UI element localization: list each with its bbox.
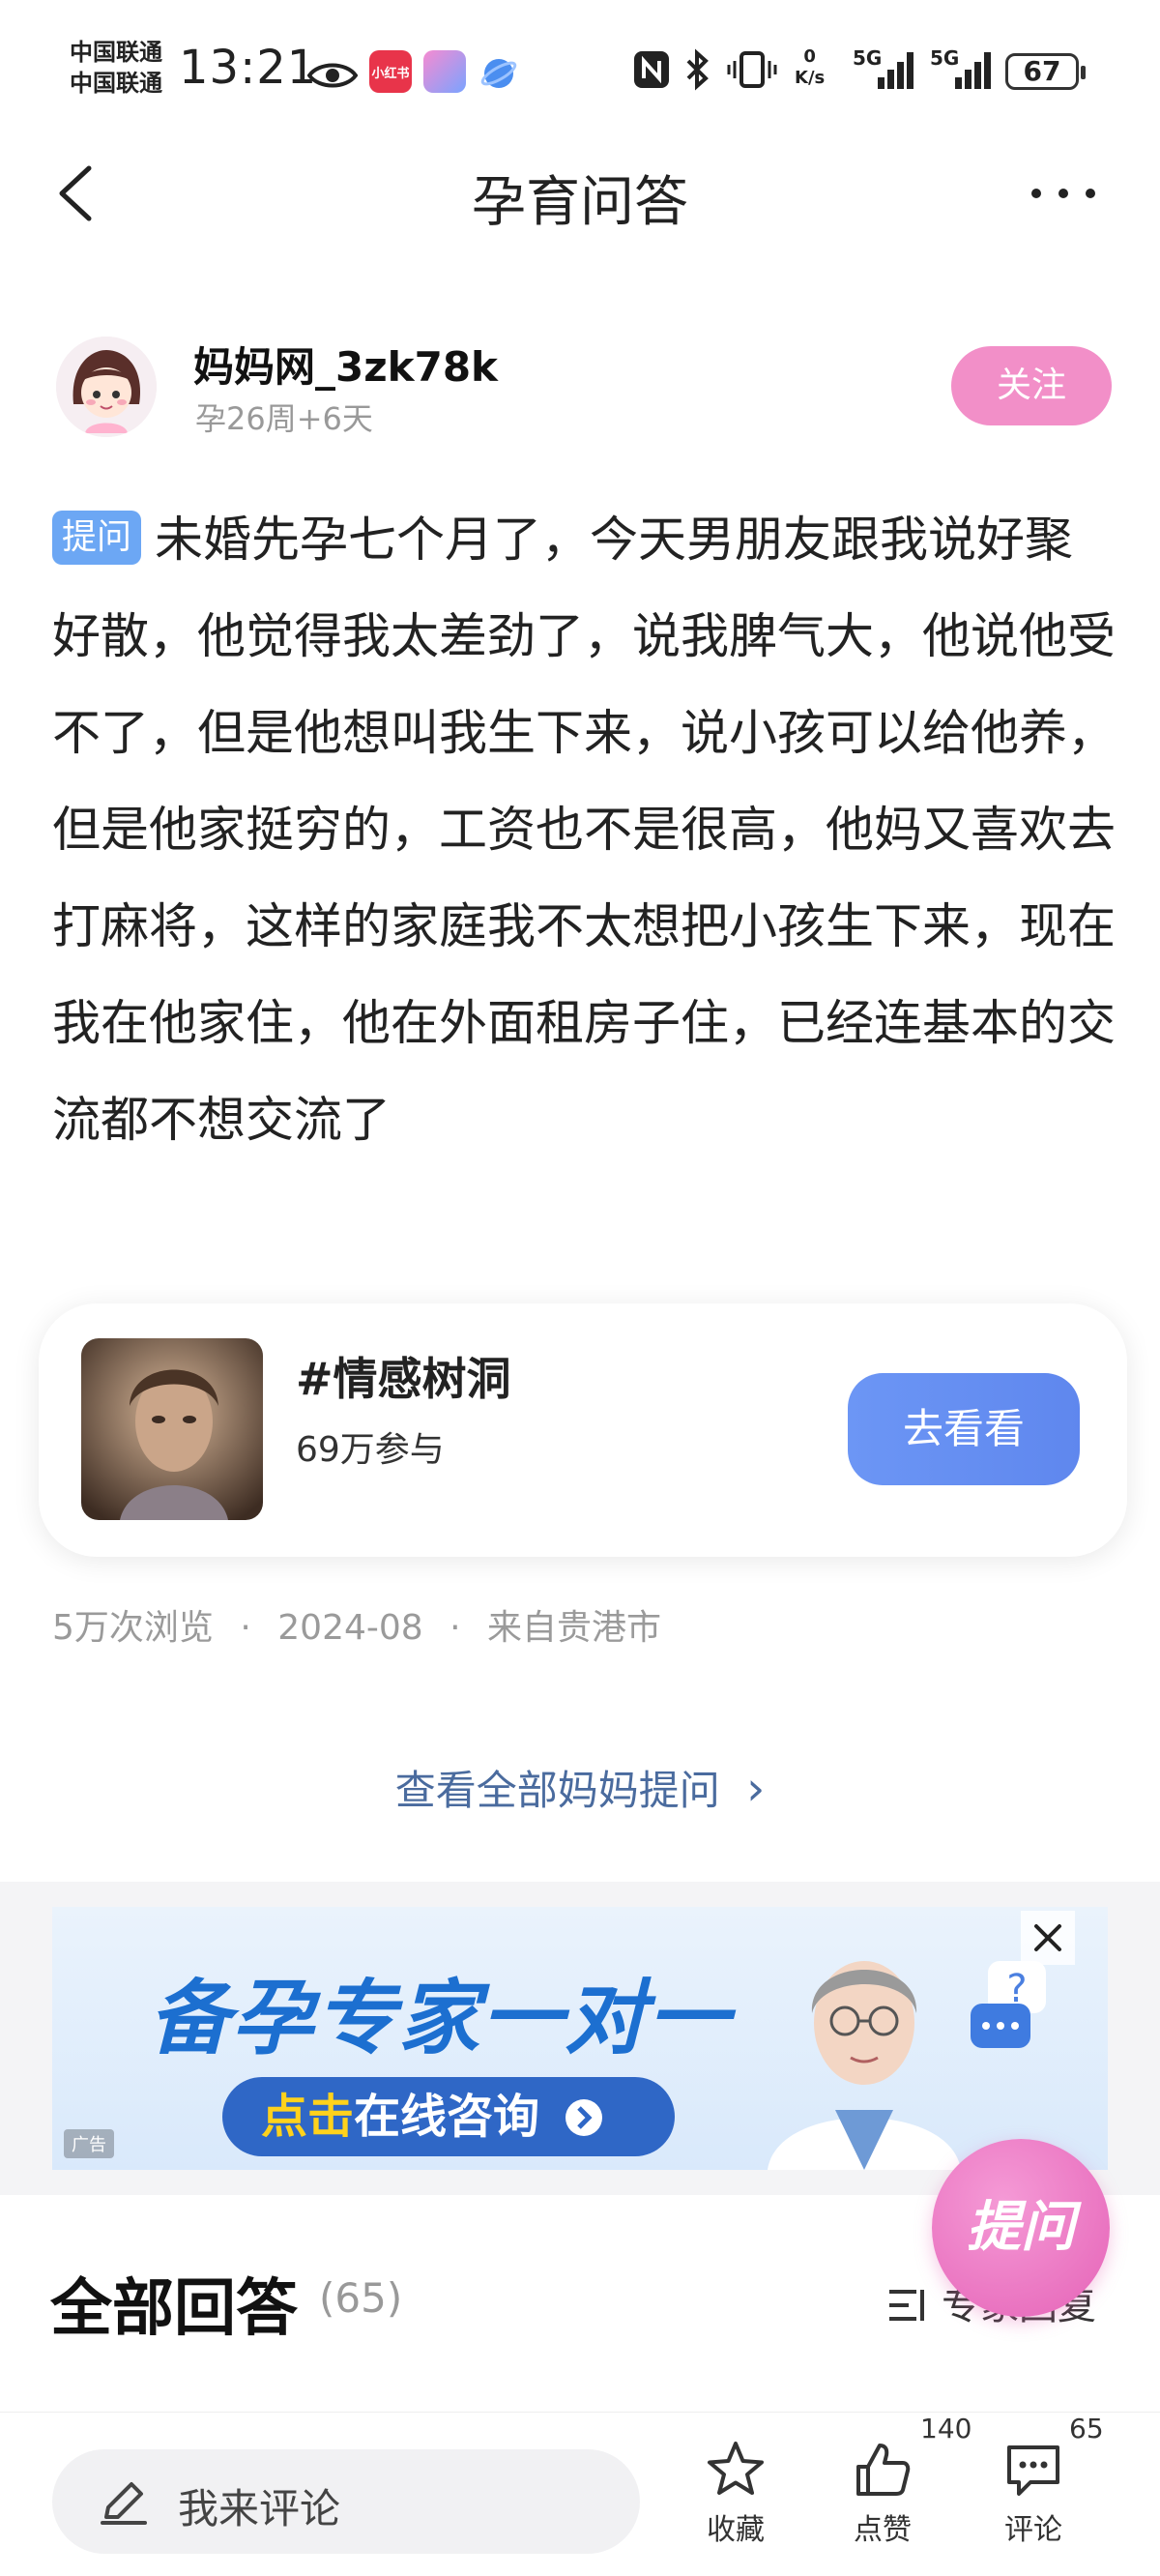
eye-icon: [307, 63, 358, 88]
post-date: 2024-08: [277, 1608, 423, 1648]
question-tag: 提问: [52, 511, 142, 565]
star-icon: [708, 2442, 764, 2495]
page-title: 孕育问答: [472, 171, 688, 234]
battery-indicator: 67: [1005, 53, 1086, 90]
carrier-2: 中国联通: [70, 70, 162, 97]
close-icon[interactable]: [1021, 1911, 1075, 1965]
topic-participants: 69万参与: [296, 1430, 445, 1470]
signal-bars-icon: [955, 52, 991, 89]
ad-button-highlight: 点击: [261, 2090, 355, 2144]
answers-count: (65): [319, 2274, 403, 2322]
view-all-label: 查看全部妈妈提问: [394, 1767, 720, 1814]
comment-count: 65: [1069, 2413, 1104, 2444]
sort-icon: [889, 2290, 924, 2321]
baby-app-icon: [423, 50, 466, 93]
bluetooth-icon: [686, 48, 709, 91]
comment-input[interactable]: 我来评论: [52, 2449, 640, 2554]
go-see-button[interactable]: 去看看: [848, 1373, 1080, 1485]
comment-label: 评论: [1004, 2513, 1062, 2547]
doctor-illustration: ?: [768, 1961, 1046, 2170]
follow-button[interactable]: 关注: [951, 346, 1112, 425]
arrow-circle-icon: [565, 2099, 602, 2136]
topic-thumbnail: [81, 1338, 263, 1520]
ad-title: 备孕专家一对一: [149, 1971, 732, 2065]
nfc-icon: [634, 51, 669, 88]
vibrate-icon: [727, 51, 777, 88]
avatar-cartoon-girl-icon: [56, 337, 157, 437]
question-text: 未婚先孕七个月了，今天男朋友跟我说好聚好散，他觉得我太差劲了，说我脾气大，他说他…: [52, 512, 1116, 1148]
back-arrow-icon[interactable]: [48, 162, 106, 224]
carrier-1: 中国联通: [70, 39, 162, 66]
topic-portrait-image: [81, 1338, 263, 1520]
favorite-button[interactable]: 收藏: [682, 2438, 789, 2563]
favorite-label: 收藏: [707, 2513, 765, 2547]
pen-icon: [101, 2482, 147, 2525]
browser-icon: [480, 59, 517, 88]
like-count: 140: [920, 2413, 972, 2444]
avatar[interactable]: [56, 337, 157, 437]
more-icon[interactable]: [1025, 174, 1102, 213]
author-name[interactable]: 妈妈网_3zk78k: [193, 335, 498, 394]
comment-bubble-icon: [1007, 2445, 1059, 2496]
bottom-bar: 我来评论 收藏 点赞 140 评论 65: [0, 2412, 1160, 2576]
signal-bars-icon: [878, 52, 914, 89]
view-count: 5万次浏览: [52, 1608, 214, 1648]
meta-separator: ·: [450, 1608, 461, 1648]
comment-placeholder: 我来评论: [178, 2485, 341, 2532]
question-body: 提问 未婚先孕七个月了，今天男朋友跟我说好聚好散，他觉得我太差劲了，说我脾气大，他…: [52, 491, 1116, 1168]
topic-card[interactable]: #情感树洞 69万参与 去看看: [39, 1303, 1127, 1557]
post-meta: 5万次浏览 · 2024-08 · 来自贵港市: [52, 1599, 661, 1650]
ad-consult-button[interactable]: 点击在线咨询: [222, 2077, 675, 2156]
ask-question-button[interactable]: 提问: [932, 2139, 1110, 2317]
post-location: 来自贵港市: [487, 1608, 662, 1648]
like-label: 点赞: [854, 2513, 912, 2547]
network-speed: 0 K/s: [795, 46, 825, 89]
network-speed-value: 0: [803, 46, 816, 67]
pregnancy-week: 孕26周+6天: [195, 400, 373, 437]
chevron-right-icon: ›: [746, 1762, 766, 1816]
comment-button[interactable]: 评论: [980, 2438, 1087, 2563]
thumbs-up-icon: [856, 2444, 911, 2496]
xiaohongshu-app-icon: 小红书: [369, 50, 412, 93]
topic-title: #情感树洞: [296, 1353, 511, 1405]
ad-button-text: 在线咨询: [354, 2090, 540, 2144]
status-bar: 中国联通 中国联通 13:21 小红书 0 K/s 5G 5G 67: [0, 0, 1160, 135]
meta-separator: ·: [240, 1608, 251, 1648]
answers-section-title: 全部回答: [50, 2273, 298, 2345]
status-time: 13:21: [179, 41, 318, 95]
like-button[interactable]: 点赞: [829, 2438, 936, 2563]
carrier-labels: 中国联通 中国联通: [70, 37, 162, 99]
network-speed-unit: K/s: [795, 68, 826, 88]
nav-bar: 孕育问答: [0, 135, 1160, 251]
view-all-questions-link[interactable]: 查看全部妈妈提问 ›: [0, 1758, 1160, 1817]
ad-label: 广告: [64, 2129, 114, 2158]
ad-banner[interactable]: 备孕专家一对一 点击在线咨询 ? 广告: [52, 1907, 1108, 2170]
